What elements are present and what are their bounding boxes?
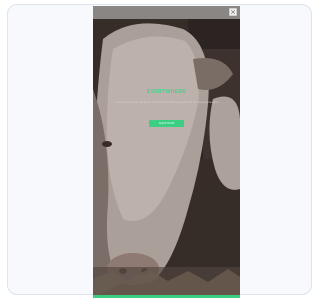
preview-topbar: [93, 6, 240, 19]
hero-subtext: Lorem ipsum dolor sit amet, consectetur …: [114, 100, 219, 104]
cta-button[interactable]: SHOP NOW: [149, 120, 184, 127]
image-overlay: [93, 19, 240, 298]
hero-headline: EVERYWHERE: [146, 89, 187, 95]
mobile-preview: EVERYWHERE Lorem ipsum dolor sit amet, c…: [93, 6, 240, 298]
accent-bottom-bar: [93, 295, 240, 298]
close-icon[interactable]: [229, 8, 237, 16]
